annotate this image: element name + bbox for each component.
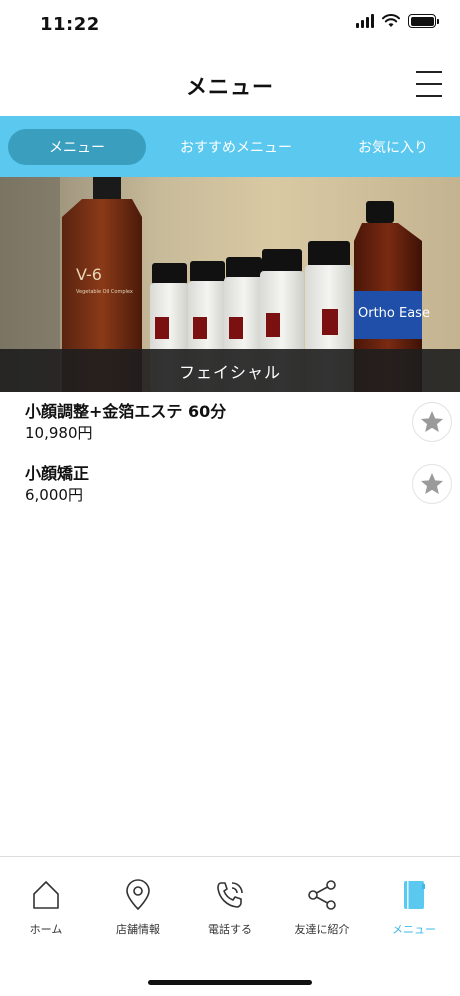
book-icon: [404, 881, 425, 909]
nav-menu[interactable]: メニュー: [368, 857, 460, 956]
nav-label: 電話する: [208, 923, 252, 936]
home-indicator: [148, 980, 312, 985]
nav-store-info[interactable]: 店舗情報: [92, 857, 184, 956]
nav-home[interactable]: ホーム: [0, 857, 92, 956]
status-time: 11:22: [40, 14, 100, 35]
item-price: 6,000円: [25, 486, 83, 504]
nav-label: 友達に紹介: [294, 923, 350, 936]
star-icon: [420, 410, 444, 432]
hamburger-icon[interactable]: [416, 69, 442, 99]
wifi-icon: [382, 14, 400, 27]
header: メニュー: [0, 55, 460, 115]
signal-icon: [356, 14, 374, 28]
bottle-label-v6: V-6: [76, 265, 102, 284]
list-item[interactable]: 小顔矯正 6,000円: [0, 454, 460, 516]
menu-list: 小顔調整+金箔エステ 60分 10,980円 小顔矯正 6,000円: [0, 392, 460, 516]
item-price: 10,980円: [25, 424, 93, 442]
item-name: 小顔矯正: [25, 464, 90, 483]
page-title: メニュー: [186, 75, 274, 99]
nav-call[interactable]: 電話する: [184, 857, 276, 956]
nav-label: ホーム: [29, 923, 63, 936]
tab-recommended[interactable]: おすすめメニュー: [146, 116, 326, 177]
tab-bar: メニュー おすすめメニュー お気に入り: [0, 116, 460, 177]
nav-label: メニュー: [392, 923, 436, 936]
status-icons: [356, 14, 439, 28]
battery-icon: [408, 14, 439, 28]
map-pin-icon: [126, 879, 150, 911]
tab-favorites[interactable]: お気に入り: [326, 116, 460, 177]
nav-label: 店舗情報: [116, 923, 160, 936]
item-name: 小顔調整+金箔エステ 60分: [25, 402, 227, 421]
share-icon: [308, 880, 336, 910]
home-icon: [33, 881, 59, 909]
bottle-label-ortho-ease: Ortho Ease: [358, 306, 430, 321]
favorite-button[interactable]: [412, 464, 452, 504]
status-bar: 11:22: [0, 0, 460, 50]
category-hero-image: V-6 Vegetable Oil Complex Ortho Ease フェイ…: [0, 177, 460, 392]
phone-icon: [217, 882, 243, 908]
list-item[interactable]: 小顔調整+金箔エステ 60分 10,980円: [0, 392, 460, 454]
favorite-button[interactable]: [412, 402, 452, 442]
bottom-nav: ホーム 店舗情報 電話する 友達に紹介 メニュー: [0, 856, 460, 956]
nav-share[interactable]: 友達に紹介: [276, 857, 368, 956]
tab-menu[interactable]: メニュー: [8, 128, 146, 165]
star-icon: [420, 472, 444, 494]
category-banner: フェイシャル: [0, 349, 460, 392]
svg-text:Vegetable Oil Complex: Vegetable Oil Complex: [76, 289, 133, 295]
